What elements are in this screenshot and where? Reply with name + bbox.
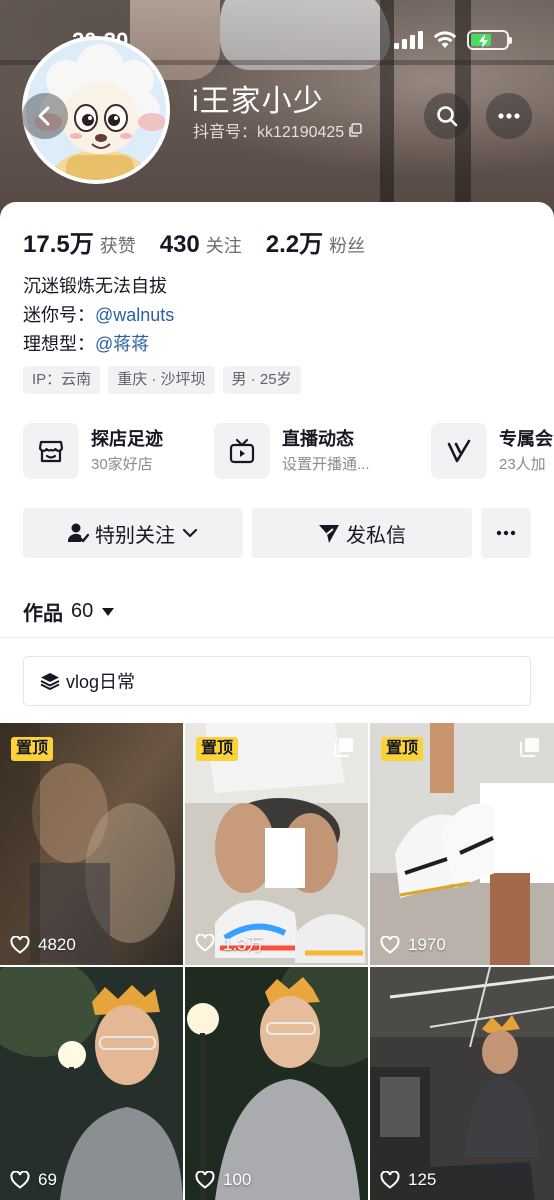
- bio-line: 沉迷锻炼无法自拔: [23, 276, 167, 296]
- heart-icon: [195, 933, 215, 952]
- tag-location: 重庆 · 沙坪坝: [108, 366, 215, 394]
- bio-ideal-link[interactable]: @蒋蒋: [95, 334, 149, 354]
- back-button[interactable]: [22, 93, 68, 139]
- video-likes: 100: [195, 1170, 251, 1190]
- bio: 沉迷锻炼无法自拔 迷你号：@walnuts 理想型：@蒋蒋: [23, 272, 174, 359]
- wifi-icon: [433, 31, 457, 48]
- bio-ideal-label: 理想型：: [23, 334, 95, 354]
- more-horizontal-icon: [498, 113, 520, 119]
- tab-works[interactable]: 作品 60: [23, 597, 115, 626]
- feature-live-subtitle: 设置开播通...: [282, 455, 370, 473]
- gym-photo: [370, 967, 554, 1200]
- caret-down-icon: [102, 607, 115, 616]
- portrait-photo: [0, 967, 183, 1200]
- video-likes-count: 1.3万: [223, 935, 264, 954]
- send-message-label: 发私信: [346, 524, 406, 547]
- gallery-icon: [520, 737, 540, 762]
- heart-icon: [10, 936, 30, 954]
- send-icon: [319, 525, 339, 543]
- works-tab-label: 作品: [23, 603, 63, 625]
- tab-divider: [0, 637, 554, 638]
- heart-icon: [195, 1171, 215, 1189]
- feature-exclusive-club[interactable]: 专属会 23人加: [431, 422, 553, 480]
- search-button[interactable]: [424, 93, 470, 139]
- video-likes-count: 125: [408, 1170, 437, 1189]
- bio-mini-link[interactable]: @walnuts: [95, 305, 174, 325]
- feature-live-title: 直播动态: [282, 428, 354, 449]
- bio-mini-account: 迷你号：@walnuts: [23, 301, 174, 330]
- battery-icon: [467, 30, 512, 50]
- stat-likes[interactable]: 17.5万 获赞: [23, 224, 136, 259]
- video-thumbnail[interactable]: 125: [370, 967, 554, 1200]
- collection-label: vlog日常: [66, 672, 136, 692]
- heart-icon: [380, 936, 400, 954]
- stat-followers[interactable]: 2.2万 粉丝: [266, 224, 365, 259]
- feature-club-title: 专属会: [499, 428, 553, 449]
- feature-shop-title: 探店足迹: [91, 428, 163, 449]
- feature-shortcuts: 探店足迹 30家好店 直播动态 设置开播通... 专属会 23人加: [23, 422, 554, 482]
- video-likes-count: 100: [223, 1170, 252, 1189]
- special-follow-button[interactable]: 特别关注: [23, 508, 243, 558]
- douyin-id-text: 抖音号：kk12190425: [193, 124, 345, 141]
- video-likes: 1.3万: [195, 930, 264, 955]
- feature-live-updates[interactable]: 直播动态 设置开播通...: [214, 422, 370, 480]
- stat-following[interactable]: 430 关注: [160, 231, 242, 259]
- pinned-badge: 置顶: [196, 737, 239, 761]
- copy-icon[interactable]: [348, 123, 362, 137]
- video-likes: 1970: [380, 935, 446, 955]
- shop-icon: [23, 423, 79, 479]
- send-message-button[interactable]: 发私信: [252, 508, 472, 558]
- search-icon: [437, 106, 458, 127]
- pinned-badge: 置顶: [11, 737, 54, 761]
- collection-vlog[interactable]: vlog日常: [23, 656, 531, 706]
- more-actions-button[interactable]: [481, 508, 531, 558]
- heart-icon: [380, 1171, 400, 1189]
- more-horizontal-icon: [496, 530, 516, 536]
- v-icon: [431, 423, 487, 479]
- bio-ideal-type: 理想型：@蒋蒋: [23, 330, 174, 359]
- tag-ip: IP：云南: [23, 366, 101, 394]
- heart-icon: [10, 1171, 30, 1189]
- stat-following-label: 关注: [205, 236, 242, 256]
- chevron-down-icon: [182, 528, 198, 538]
- video-likes-count: 1970: [408, 935, 446, 954]
- feature-shop-subtitle: 30家好店: [91, 455, 153, 473]
- bio-mini-label: 迷你号：: [23, 305, 95, 325]
- video-likes: 4820: [10, 935, 76, 955]
- status-icons: [394, 30, 512, 50]
- douyin-id[interactable]: 抖音号：kk12190425: [193, 118, 362, 142]
- feature-shop-visits[interactable]: 探店足迹 30家好店: [23, 422, 163, 480]
- stat-followers-value: 2.2万: [265, 231, 324, 258]
- video-likes: 69: [10, 1170, 57, 1190]
- stats-row: 17.5万 获赞 430 关注 2.2万 粉丝: [23, 224, 389, 259]
- user-check-icon: [67, 523, 89, 543]
- chevron-left-icon: [38, 106, 50, 126]
- tv-icon: [214, 423, 270, 479]
- video-thumbnail[interactable]: 置顶 1970: [370, 723, 554, 965]
- special-follow-label: 特别关注: [95, 524, 175, 547]
- stat-followers-label: 粉丝: [329, 236, 366, 256]
- pinned-badge: 置顶: [381, 737, 424, 761]
- video-thumbnail[interactable]: 置顶 4820: [0, 723, 183, 965]
- profile-tags: IP：云南 重庆 · 沙坪坝 男 · 25岁: [23, 366, 301, 394]
- video-thumbnail[interactable]: 置顶 1.3万: [185, 723, 368, 965]
- cellular-signal-icon: [394, 31, 423, 49]
- video-grid: 置顶 4820 置顶 1.3万 置顶 1970 69 100 125: [0, 723, 554, 1200]
- video-likes: 125: [380, 1170, 436, 1190]
- works-tab-count: 60: [71, 600, 94, 622]
- portrait-photo: [185, 967, 368, 1200]
- tag-gender-age: 男 · 25岁: [222, 366, 301, 394]
- more-options-button[interactable]: [486, 93, 532, 139]
- profile-name: i王家小少: [192, 85, 324, 118]
- feature-club-subtitle: 23人加: [499, 455, 546, 473]
- gallery-icon: [334, 737, 354, 762]
- stat-likes-label: 获赞: [99, 236, 136, 256]
- video-thumbnail[interactable]: 69: [0, 967, 183, 1200]
- stat-following-value: 430: [159, 231, 200, 258]
- video-thumbnail[interactable]: 100: [185, 967, 368, 1200]
- layers-icon: [40, 673, 60, 690]
- video-likes-count: 69: [38, 1170, 57, 1189]
- stat-likes-value: 17.5万: [23, 231, 94, 258]
- video-likes-count: 4820: [38, 935, 76, 954]
